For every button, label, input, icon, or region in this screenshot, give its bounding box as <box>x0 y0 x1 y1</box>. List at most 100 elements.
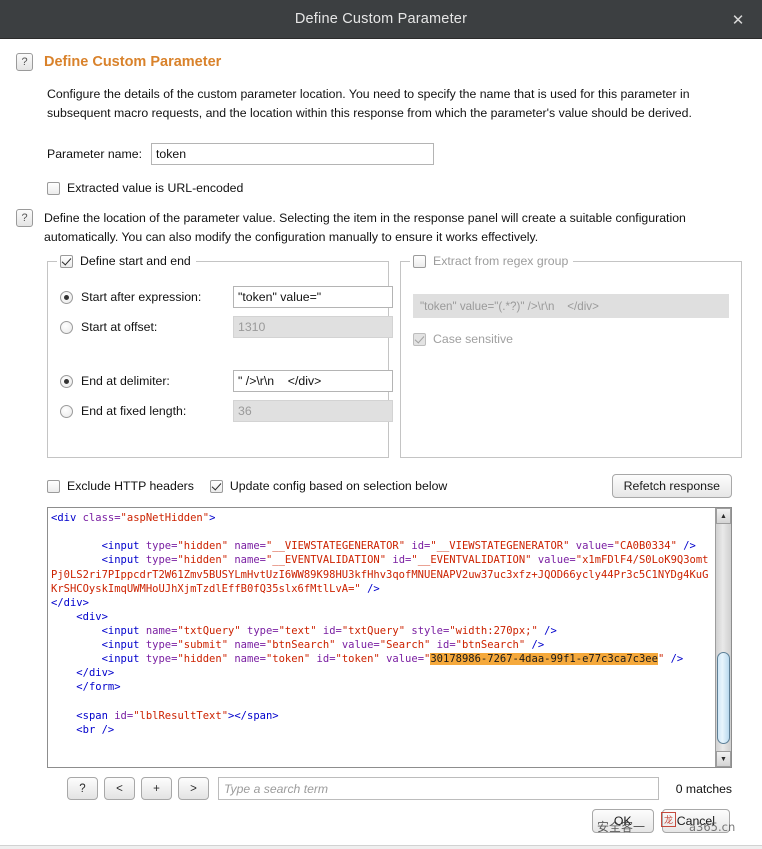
code-line: </form> <box>51 680 713 694</box>
search-next-button[interactable]: > <box>178 777 209 801</box>
extract-regex-legend: Extract from regex group <box>410 254 574 269</box>
url-encoded-checkbox[interactable] <box>47 181 60 195</box>
close-icon[interactable]: ✕ <box>714 0 762 39</box>
cancel-button[interactable]: Cancel <box>661 809 730 834</box>
update-config-label: Update config based on selection below <box>229 479 448 494</box>
dialog-content: ? Define Custom Parameter Configure the … <box>0 39 762 849</box>
code-line: <input type="submit" name="btnSearch" va… <box>51 638 713 652</box>
end-at-delimiter-radio[interactable] <box>60 374 73 388</box>
code-token: "hidden" <box>177 540 235 553</box>
search-placeholder: Type a search term <box>224 781 329 796</box>
response-scrollbar[interactable]: ▲ ▼ <box>715 508 731 768</box>
dialog-footer: OK Cancel <box>16 800 746 843</box>
exclude-http-headers-label: Exclude HTTP headers <box>67 479 194 494</box>
location-description: Define the location of the parameter val… <box>44 211 686 245</box>
url-encoded-label: Extracted value is URL-encoded <box>67 181 244 196</box>
end-at-fixed-length-input[interactable] <box>233 400 393 423</box>
section-description: Configure the details of the custom para… <box>47 87 692 121</box>
extract-regex-checkbox[interactable] <box>413 254 426 268</box>
location-description-row: ? Define the location of the parameter v… <box>16 209 746 247</box>
search-prev-button[interactable]: < <box>104 777 135 801</box>
code-token: "txtQuery" <box>177 624 247 637</box>
code-token: id= <box>392 554 412 567</box>
code-line: </div> <box>51 666 713 680</box>
ok-button[interactable]: OK <box>591 809 654 834</box>
search-add-button[interactable]: + <box>141 777 172 801</box>
end-at-fixed-length-radio[interactable] <box>60 404 73 418</box>
case-sensitive-row: Case sensitive <box>413 332 729 346</box>
scrollbar-thumb[interactable] <box>717 652 730 745</box>
code-token: /> <box>367 582 380 595</box>
code-token: > <box>209 512 216 525</box>
code-line: <input type="hidden" name="token" id="to… <box>51 652 713 666</box>
parameter-name-input[interactable] <box>151 143 435 166</box>
code-token: "btnSearch" <box>455 639 532 652</box>
scroll-up-arrow-icon[interactable]: ▲ <box>716 508 731 525</box>
code-token: /> <box>670 653 684 666</box>
code-token: <input <box>51 554 146 567</box>
dialog-bottom-edge <box>0 845 762 849</box>
url-encoded-row: Extracted value is URL-encoded <box>16 181 746 195</box>
code-token: ></span> <box>228 709 279 722</box>
define-custom-parameter-dialog: Define Custom Parameter ✕ ? Define Custo… <box>0 0 762 849</box>
code-token: name= <box>234 653 266 666</box>
code-token: "submit" <box>177 639 235 652</box>
scroll-down-arrow-icon[interactable]: ▼ <box>716 751 731 768</box>
start-after-expression-label: Start after expression: <box>81 290 202 305</box>
code-line: <input name="txtQuery" type="text" id="t… <box>51 624 713 638</box>
help-icon-overview[interactable]: ? <box>16 53 33 71</box>
code-token: style= <box>411 624 450 637</box>
start-after-expression-input[interactable] <box>233 286 393 309</box>
update-config-checkbox[interactable] <box>209 479 223 493</box>
define-start-end-legend: Define start and end <box>57 254 196 269</box>
help-icon-location[interactable]: ? <box>16 209 33 228</box>
code-token: "__EVENTVALIDATION" <box>411 554 538 567</box>
update-config-group: Update config based on selection below <box>209 479 448 494</box>
response-options-row: Exclude HTTP headers Update config based… <box>16 474 746 499</box>
code-token: "token" <box>265 653 317 666</box>
end-at-delimiter-input[interactable] <box>233 370 393 393</box>
code-token: </div> <box>51 596 89 609</box>
code-line: <input type="hidden" name="__EVENTVALIDA… <box>51 553 713 595</box>
code-token: id= <box>316 653 336 666</box>
code-token: <br /> <box>51 723 115 736</box>
start-after-expression-radio[interactable] <box>60 290 73 304</box>
end-at-delimiter-label: End at delimiter: <box>81 374 170 389</box>
end-at-delimiter-row: End at delimiter: <box>60 370 393 393</box>
code-token: type= <box>145 540 178 553</box>
start-at-offset-radio[interactable] <box>60 320 73 334</box>
case-sensitive-checkbox[interactable] <box>413 332 426 346</box>
dialog-title: Define Custom Parameter <box>294 11 468 27</box>
define-start-end-checkbox[interactable] <box>60 254 73 268</box>
scrollbar-track[interactable] <box>716 524 731 751</box>
search-help-button[interactable]: ? <box>67 777 98 801</box>
code-token: "text" <box>278 624 323 637</box>
exclude-http-headers-checkbox[interactable] <box>47 479 60 493</box>
code-token: "txtQuery" <box>341 624 412 637</box>
code-token: id= <box>322 624 342 637</box>
code-token: "__VIEWSTATEGENERATOR" <box>265 540 412 553</box>
code-line: </div> <box>51 596 713 610</box>
search-input[interactable]: Type a search term <box>218 777 659 801</box>
start-at-offset-input[interactable] <box>233 316 393 339</box>
code-token: <div> <box>51 610 108 623</box>
response-code-text[interactable]: <div class="aspNetHidden"> <input type="… <box>48 508 715 767</box>
regex-pattern-input[interactable]: "token" value="(.*?)" />\r\n </div> <box>413 294 729 319</box>
configuration-groups: Define start and end Start after express… <box>16 254 746 459</box>
code-token: type= <box>247 624 279 637</box>
dialog-titlebar: Define Custom Parameter ✕ <box>0 0 762 39</box>
start-at-offset-row: Start at offset: <box>60 316 393 339</box>
code-token: <div <box>51 512 83 525</box>
refetch-response-button[interactable]: Refetch response <box>611 474 732 499</box>
code-token: "width:270px;" <box>449 624 545 637</box>
code-token: "lblResultText" <box>133 709 229 722</box>
code-token: " <box>657 653 671 666</box>
code-token: name= <box>234 540 266 553</box>
code-token: "hidden" <box>177 554 235 567</box>
code-token: "hidden" <box>177 653 235 666</box>
code-token: value= <box>341 639 380 652</box>
code-token: "aspNetHidden" <box>120 512 210 525</box>
code-token: /> <box>531 639 545 652</box>
